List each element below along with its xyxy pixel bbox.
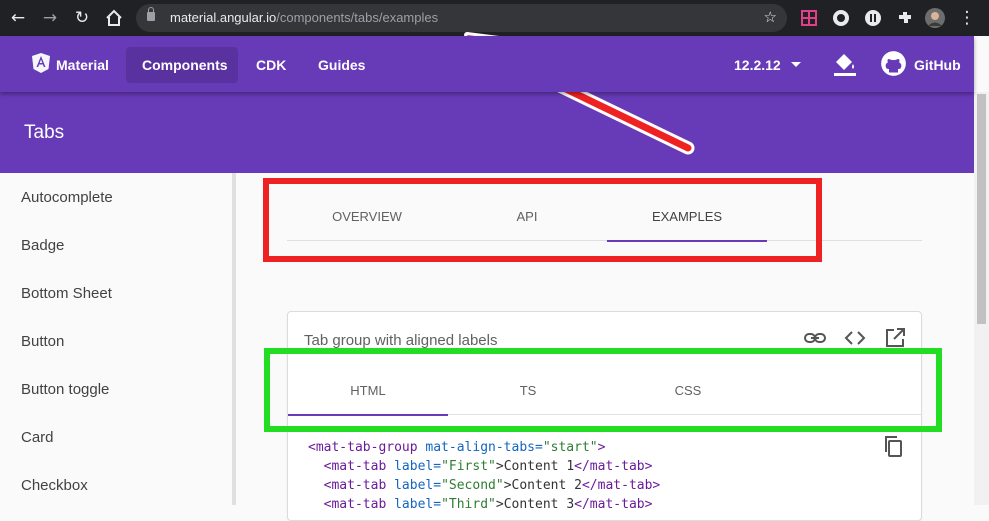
code-token: label= [386,478,442,493]
app-toolbar: Material Components CDK Guides 12.2.12 G… [0,36,974,92]
url-host: material.angular.io [170,10,277,25]
angular-logo-icon[interactable] [32,53,50,73]
code-token: "start" [542,440,598,455]
code-token: <mat-tab-group [308,440,418,455]
copy-icon[interactable] [881,434,905,458]
brand-link[interactable]: Material [40,47,125,83]
bookmark-star-icon[interactable]: ☆ [764,8,777,26]
nav-guides[interactable]: Guides [302,47,381,83]
browser-menu-icon[interactable]: ⋮ [957,8,977,28]
forward-arrow-icon[interactable]: → [40,8,60,28]
nav-cdk[interactable]: CDK [240,47,302,83]
code-token: "Second" [441,478,504,493]
chevron-down-icon[interactable] [790,61,802,69]
code-token: label= [386,459,442,474]
sidebar-item-autocomplete[interactable]: Autocomplete [21,189,113,206]
code-token: </mat-tab> [581,478,661,493]
url-text[interactable]: material.angular.io/components/tabs/exam… [170,10,438,25]
nav-components[interactable]: Components [126,47,238,83]
page-header: Tabs [0,92,974,173]
code-token: >Content 2 [503,478,582,493]
code-token: > [597,440,606,455]
code-token: <mat-tab [308,478,387,493]
code-token: "First" [441,459,496,474]
extensions-puzzle-icon[interactable] [895,8,915,28]
open-in-new-icon[interactable] [883,326,907,350]
annotation-red-box [263,178,822,262]
vertical-scrollbar[interactable] [974,92,989,505]
version-select[interactable]: 12.2.12 [718,47,781,83]
example-title: Tab group with aligned labels [304,332,498,349]
lock-icon [147,7,155,21]
extension-grid-icon[interactable] [799,8,819,28]
sidebar-item-card[interactable]: Card [21,429,54,446]
extension-badge-icon[interactable] [831,8,851,28]
code-snippet[interactable]: <mat-tab-group mat-align-tabs="start"> <… [308,438,660,514]
code-icon[interactable] [843,326,867,350]
sidebar-item-button-toggle[interactable]: Button toggle [21,381,109,398]
github-link[interactable]: GitHub [898,47,977,83]
theme-picker-icon[interactable] [832,50,858,78]
page-title: Tabs [24,122,65,143]
back-arrow-icon[interactable]: ← [8,8,28,28]
sidebar-item-button[interactable]: Button [21,333,64,350]
code-token: <mat-tab [308,459,387,474]
browser-toolbar: ← → ↻ material.angular.io/components/tab… [0,0,989,36]
url-path: /components/tabs/examples [276,10,439,25]
sidebar-item-bottom-sheet[interactable]: Bottom Sheet [21,285,112,302]
address-bar[interactable]: material.angular.io/components/tabs/exam… [136,4,787,32]
code-token: mat-align-tabs= [417,440,543,455]
profile-avatar[interactable] [925,8,945,28]
sidebar: Autocomplete Badge Bottom Sheet Button B… [0,173,236,505]
code-token: </mat-tab> [574,459,653,474]
scrollbar-thumb[interactable] [977,94,986,324]
code-token: >Content 1 [495,459,575,474]
annotation-green-box [264,348,942,432]
reload-icon[interactable]: ↻ [72,8,92,28]
extension-circle-icon[interactable] [863,8,883,28]
sidebar-item-badge[interactable]: Badge [21,237,64,254]
home-icon[interactable] [104,8,124,28]
link-icon[interactable] [803,326,827,350]
sidebar-item-checkbox[interactable]: Checkbox [21,477,88,494]
